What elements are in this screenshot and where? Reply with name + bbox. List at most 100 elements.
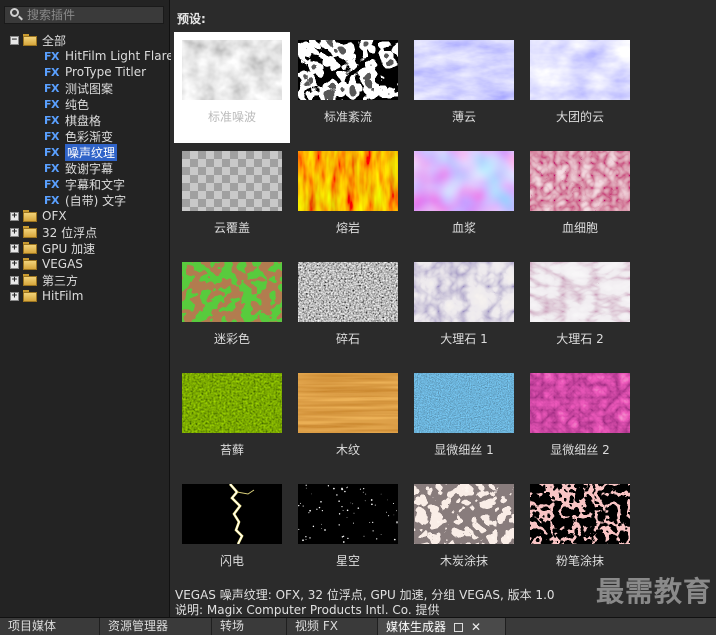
preset-item[interactable]: 迷彩色 <box>174 254 290 365</box>
folder-icon <box>23 242 37 254</box>
fx-icon: FX <box>44 81 60 95</box>
preset-thumbnail <box>298 373 398 433</box>
preset-thumbnail <box>182 262 282 322</box>
preset-label: 熔岩 <box>335 221 360 235</box>
collapse-toggle-icon[interactable]: − <box>10 35 19 45</box>
tab-0[interactable]: 项目媒体 <box>0 618 100 635</box>
folder-icon <box>23 290 37 302</box>
close-icon[interactable]: ✕ <box>470 621 482 633</box>
preset-item[interactable]: 木炭涂抹 <box>406 476 522 587</box>
preset-item[interactable]: 显微细丝 2 <box>522 365 638 476</box>
tab-1[interactable]: 资源管理器 <box>100 618 212 635</box>
preset-item[interactable]: 标准紊流 <box>290 32 406 143</box>
tree-item[interactable]: FX 纯色 <box>0 96 170 112</box>
fx-icon: FX <box>44 145 60 159</box>
preset-item[interactable]: 血细胞 <box>522 143 638 254</box>
preset-item[interactable]: 薄云 <box>406 32 522 143</box>
presets-title: 预设: <box>177 12 206 26</box>
preset-item[interactable]: 大理石 2 <box>522 254 638 365</box>
tree-folder[interactable]: + 第三方 <box>0 272 170 288</box>
fx-icon: FX <box>44 193 60 207</box>
preset-item[interactable]: 大团的云 <box>522 32 638 143</box>
tree-item-label: 噪声纹理 <box>65 143 118 161</box>
tree-item[interactable]: FX 测试图案 <box>0 80 170 96</box>
tree-item[interactable]: FX 棋盘格 <box>0 112 170 128</box>
preset-thumbnail <box>530 373 630 433</box>
bottom-tab-bar: 项目媒体 资源管理器 转场 视频 FX 媒体生成器 ✕ <box>0 617 716 635</box>
tree-item[interactable]: FX HitFilm Light Flares <box>0 48 180 64</box>
preset-label: 血细胞 <box>561 221 598 235</box>
preset-label: 标准噪波 <box>207 110 256 124</box>
preset-item[interactable]: 碎石 <box>290 254 406 365</box>
preset-item[interactable]: 血浆 <box>406 143 522 254</box>
tree-item[interactable]: FX 致谢字幕 <box>0 160 170 176</box>
preset-item[interactable]: 苔藓 <box>174 365 290 476</box>
preset-item[interactable]: 星空 <box>290 476 406 587</box>
fx-icon: FX <box>44 49 60 63</box>
preset-label: 大理石 2 <box>556 332 604 346</box>
tree-folder[interactable]: + GPU 加速 <box>0 240 170 256</box>
plugin-info: VEGAS 噪声纹理: OFX, 32 位浮点, GPU 加速, 分组 VEGA… <box>171 578 716 618</box>
tree-item-label: ProType Titler <box>65 65 147 79</box>
tree-item[interactable]: FX 字幕和文字 <box>0 176 170 192</box>
folder-icon <box>23 258 37 270</box>
tree-folder[interactable]: + VEGAS <box>0 256 170 272</box>
tree-item[interactable]: FX ProType Titler <box>0 64 170 80</box>
preset-thumbnail <box>182 484 282 544</box>
preset-thumbnail <box>298 40 398 100</box>
preset-label: 大团的云 <box>555 110 604 124</box>
folder-icon <box>23 34 37 46</box>
preset-label: 显微细丝 1 <box>434 443 494 457</box>
expand-toggle-icon[interactable]: + <box>10 259 19 269</box>
tree-folder[interactable]: + HitFilm <box>0 288 170 304</box>
preset-item[interactable]: 云覆盖 <box>174 143 290 254</box>
tree-item[interactable]: FX 色彩渐变 <box>0 128 170 144</box>
tab-3[interactable]: 视频 FX <box>287 618 378 635</box>
preset-item[interactable]: 显微细丝 1 <box>406 365 522 476</box>
expand-toggle-icon[interactable]: + <box>10 243 19 253</box>
folder-icon <box>23 226 37 238</box>
expand-toggle-icon[interactable]: + <box>10 275 19 285</box>
preset-item[interactable]: 木纹 <box>290 365 406 476</box>
tree-item-label: 第三方 <box>42 273 79 288</box>
folder-icon <box>23 274 37 286</box>
preset-thumbnail <box>414 40 514 100</box>
tab-4[interactable]: 媒体生成器 ✕ <box>378 618 506 635</box>
search-input[interactable] <box>27 8 157 22</box>
tree-folder[interactable]: +32 位浮点 <box>0 224 170 240</box>
watermark: 最需教育 <box>595 575 712 608</box>
tree-item[interactable]: FX (自带) 文字 <box>0 192 170 208</box>
preset-label: 大理石 1 <box>440 332 488 346</box>
tab-2[interactable]: 转场 <box>212 618 287 635</box>
presets-panel: 预设: 标准噪波 标准紊流 薄云 大团的云云覆盖 熔岩 血浆 血细胞迷彩色 碎石 大理石 1 大理… <box>171 0 716 588</box>
expand-toggle-icon[interactable]: + <box>10 291 19 301</box>
preset-thumbnail <box>530 262 630 322</box>
preset-item[interactable]: 标准噪波 <box>174 32 290 143</box>
tree-item-label: 棋盘格 <box>65 113 102 128</box>
expand-toggle-icon[interactable]: + <box>10 211 19 221</box>
preset-item[interactable]: 大理石 1 <box>406 254 522 365</box>
preset-thumbnail <box>182 151 282 211</box>
tree-item-label: 色彩渐变 <box>65 129 114 144</box>
tab-label: 转场 <box>220 619 245 633</box>
preset-thumbnail <box>182 373 282 433</box>
expand-toggle-icon[interactable]: + <box>10 227 19 237</box>
preset-thumbnail <box>298 262 398 322</box>
fx-icon: FX <box>44 177 60 191</box>
preset-thumbnail <box>414 151 514 211</box>
tree-item-label: 字幕和文字 <box>65 177 126 192</box>
preset-item[interactable]: 粉笔涂抹 <box>522 476 638 587</box>
preset-label: 迷彩色 <box>213 332 250 346</box>
preset-thumbnail <box>182 40 282 100</box>
tree-folder[interactable]: + OFX <box>0 208 170 224</box>
preset-item[interactable]: 闪电 <box>174 476 290 587</box>
preset-item[interactable]: 熔岩 <box>290 143 406 254</box>
fx-icon: FX <box>44 129 60 143</box>
preset-label: 木纹 <box>335 443 360 457</box>
tree-item[interactable]: FX 噪声纹理 <box>0 143 170 161</box>
preset-label: 薄云 <box>451 110 476 124</box>
fx-icon: FX <box>44 65 60 79</box>
maximize-icon[interactable] <box>452 621 464 633</box>
search-box[interactable] <box>4 6 164 24</box>
tree-folder[interactable]: − 全部 <box>0 32 170 48</box>
